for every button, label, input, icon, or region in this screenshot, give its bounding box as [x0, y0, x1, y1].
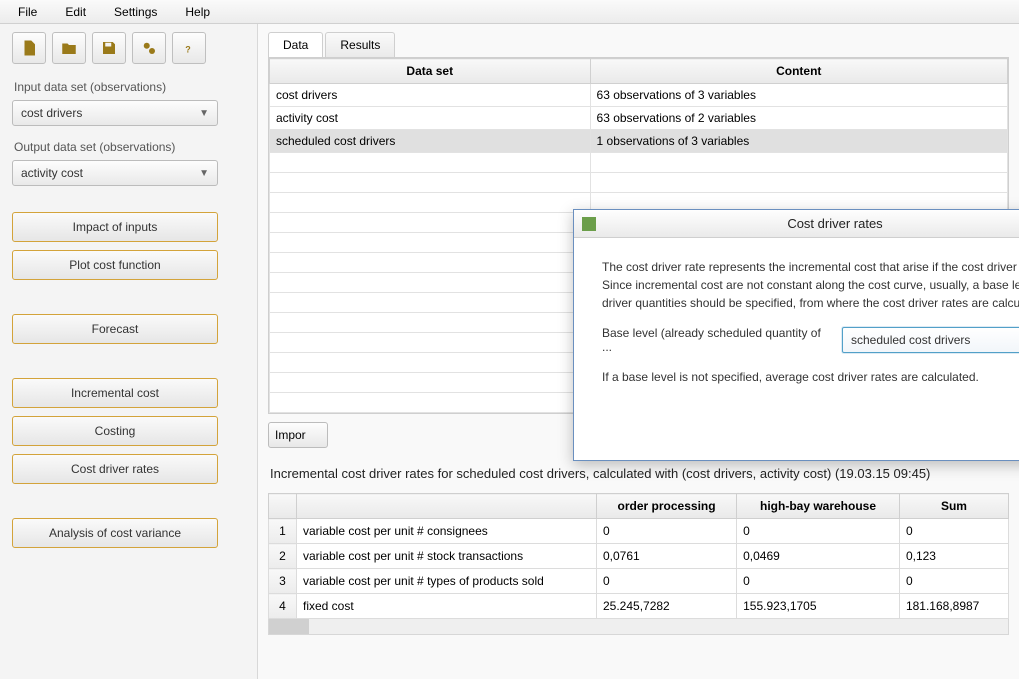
- input-dataset-label: Input data set (observations): [14, 80, 245, 94]
- incremental-cost-button[interactable]: Incremental cost: [12, 378, 218, 408]
- result-title: Incremental cost driver rates for schedu…: [270, 466, 1009, 481]
- dataset-header-content[interactable]: Content: [590, 59, 1007, 84]
- dialog-title: Cost driver rates: [604, 216, 1019, 231]
- base-level-value: scheduled cost drivers: [851, 333, 970, 347]
- dialog-description-1: The cost driver rate represents the incr…: [602, 258, 1019, 312]
- output-dataset-value: activity cost: [21, 166, 83, 180]
- chevron-down-icon: ▼: [199, 168, 209, 179]
- save-button[interactable]: [92, 32, 126, 64]
- table-row[interactable]: cost drivers 63 observations of 3 variab…: [270, 84, 1008, 107]
- sidebar: ? Input data set (observations) cost dri…: [0, 24, 258, 679]
- menu-file[interactable]: File: [4, 2, 51, 22]
- menu-edit[interactable]: Edit: [51, 2, 100, 22]
- table-row[interactable]: 1 variable cost per unit # consignees 0 …: [269, 519, 1009, 544]
- result-header-label[interactable]: [297, 494, 597, 519]
- result-header-c1[interactable]: order processing: [597, 494, 737, 519]
- horizontal-scrollbar[interactable]: [268, 619, 1009, 635]
- open-file-button[interactable]: [52, 32, 86, 64]
- menu-bar: File Edit Settings Help: [0, 0, 1019, 24]
- table-row[interactable]: activity cost 63 observations of 2 varia…: [270, 107, 1008, 130]
- dialog-description-2: If a base level is not specified, averag…: [602, 368, 1019, 386]
- help-button[interactable]: ?: [172, 32, 206, 64]
- costing-button[interactable]: Costing: [12, 416, 218, 446]
- impact-of-inputs-button[interactable]: Impact of inputs: [12, 212, 218, 242]
- dataset-header-name[interactable]: Data set: [270, 59, 591, 84]
- dialog-icon: [582, 217, 596, 231]
- tab-bar: Data Results: [268, 32, 1009, 57]
- table-row[interactable]: 3 variable cost per unit # types of prod…: [269, 569, 1009, 594]
- result-header-rownum[interactable]: [269, 494, 297, 519]
- cost-driver-rates-button[interactable]: Cost driver rates: [12, 454, 218, 484]
- menu-help[interactable]: Help: [171, 2, 224, 22]
- base-level-dropdown[interactable]: scheduled cost drivers ▼: [842, 327, 1019, 353]
- input-dataset-value: cost drivers: [21, 106, 82, 120]
- toolbar: ?: [12, 32, 245, 64]
- new-file-button[interactable]: [12, 32, 46, 64]
- result-table: order processing high-bay warehouse Sum …: [268, 493, 1009, 619]
- output-dataset-dropdown[interactable]: activity cost ▼: [12, 160, 218, 186]
- settings-button[interactable]: [132, 32, 166, 64]
- chevron-down-icon: ▼: [199, 108, 209, 119]
- analysis-of-cost-variance-button[interactable]: Analysis of cost variance: [12, 518, 218, 548]
- cost-driver-rates-dialog: Cost driver rates — □ ✕ The cost driver …: [573, 209, 1019, 461]
- tab-data[interactable]: Data: [268, 32, 323, 57]
- table-row[interactable]: 2 variable cost per unit # stock transac…: [269, 544, 1009, 569]
- output-dataset-label: Output data set (observations): [14, 140, 245, 154]
- menu-settings[interactable]: Settings: [100, 2, 171, 22]
- base-level-label: Base level (already scheduled quantity o…: [602, 326, 832, 354]
- main-panel: Data Results Data set Content cost drive…: [258, 24, 1019, 679]
- result-header-c3[interactable]: Sum: [899, 494, 1008, 519]
- forecast-button[interactable]: Forecast: [12, 314, 218, 344]
- table-row[interactable]: [270, 153, 1008, 173]
- input-dataset-dropdown[interactable]: cost drivers ▼: [12, 100, 218, 126]
- plot-cost-function-button[interactable]: Plot cost function: [12, 250, 218, 280]
- result-header-c2[interactable]: high-bay warehouse: [737, 494, 900, 519]
- import-button[interactable]: Impor: [268, 422, 328, 448]
- table-row[interactable]: [270, 173, 1008, 193]
- table-row[interactable]: scheduled cost drivers 1 observations of…: [270, 130, 1008, 153]
- svg-text:?: ?: [185, 45, 191, 55]
- table-row[interactable]: 4 fixed cost 25.245,7282 155.923,1705 18…: [269, 594, 1009, 619]
- dialog-titlebar[interactable]: Cost driver rates — □ ✕: [574, 210, 1019, 238]
- tab-results[interactable]: Results: [325, 32, 395, 57]
